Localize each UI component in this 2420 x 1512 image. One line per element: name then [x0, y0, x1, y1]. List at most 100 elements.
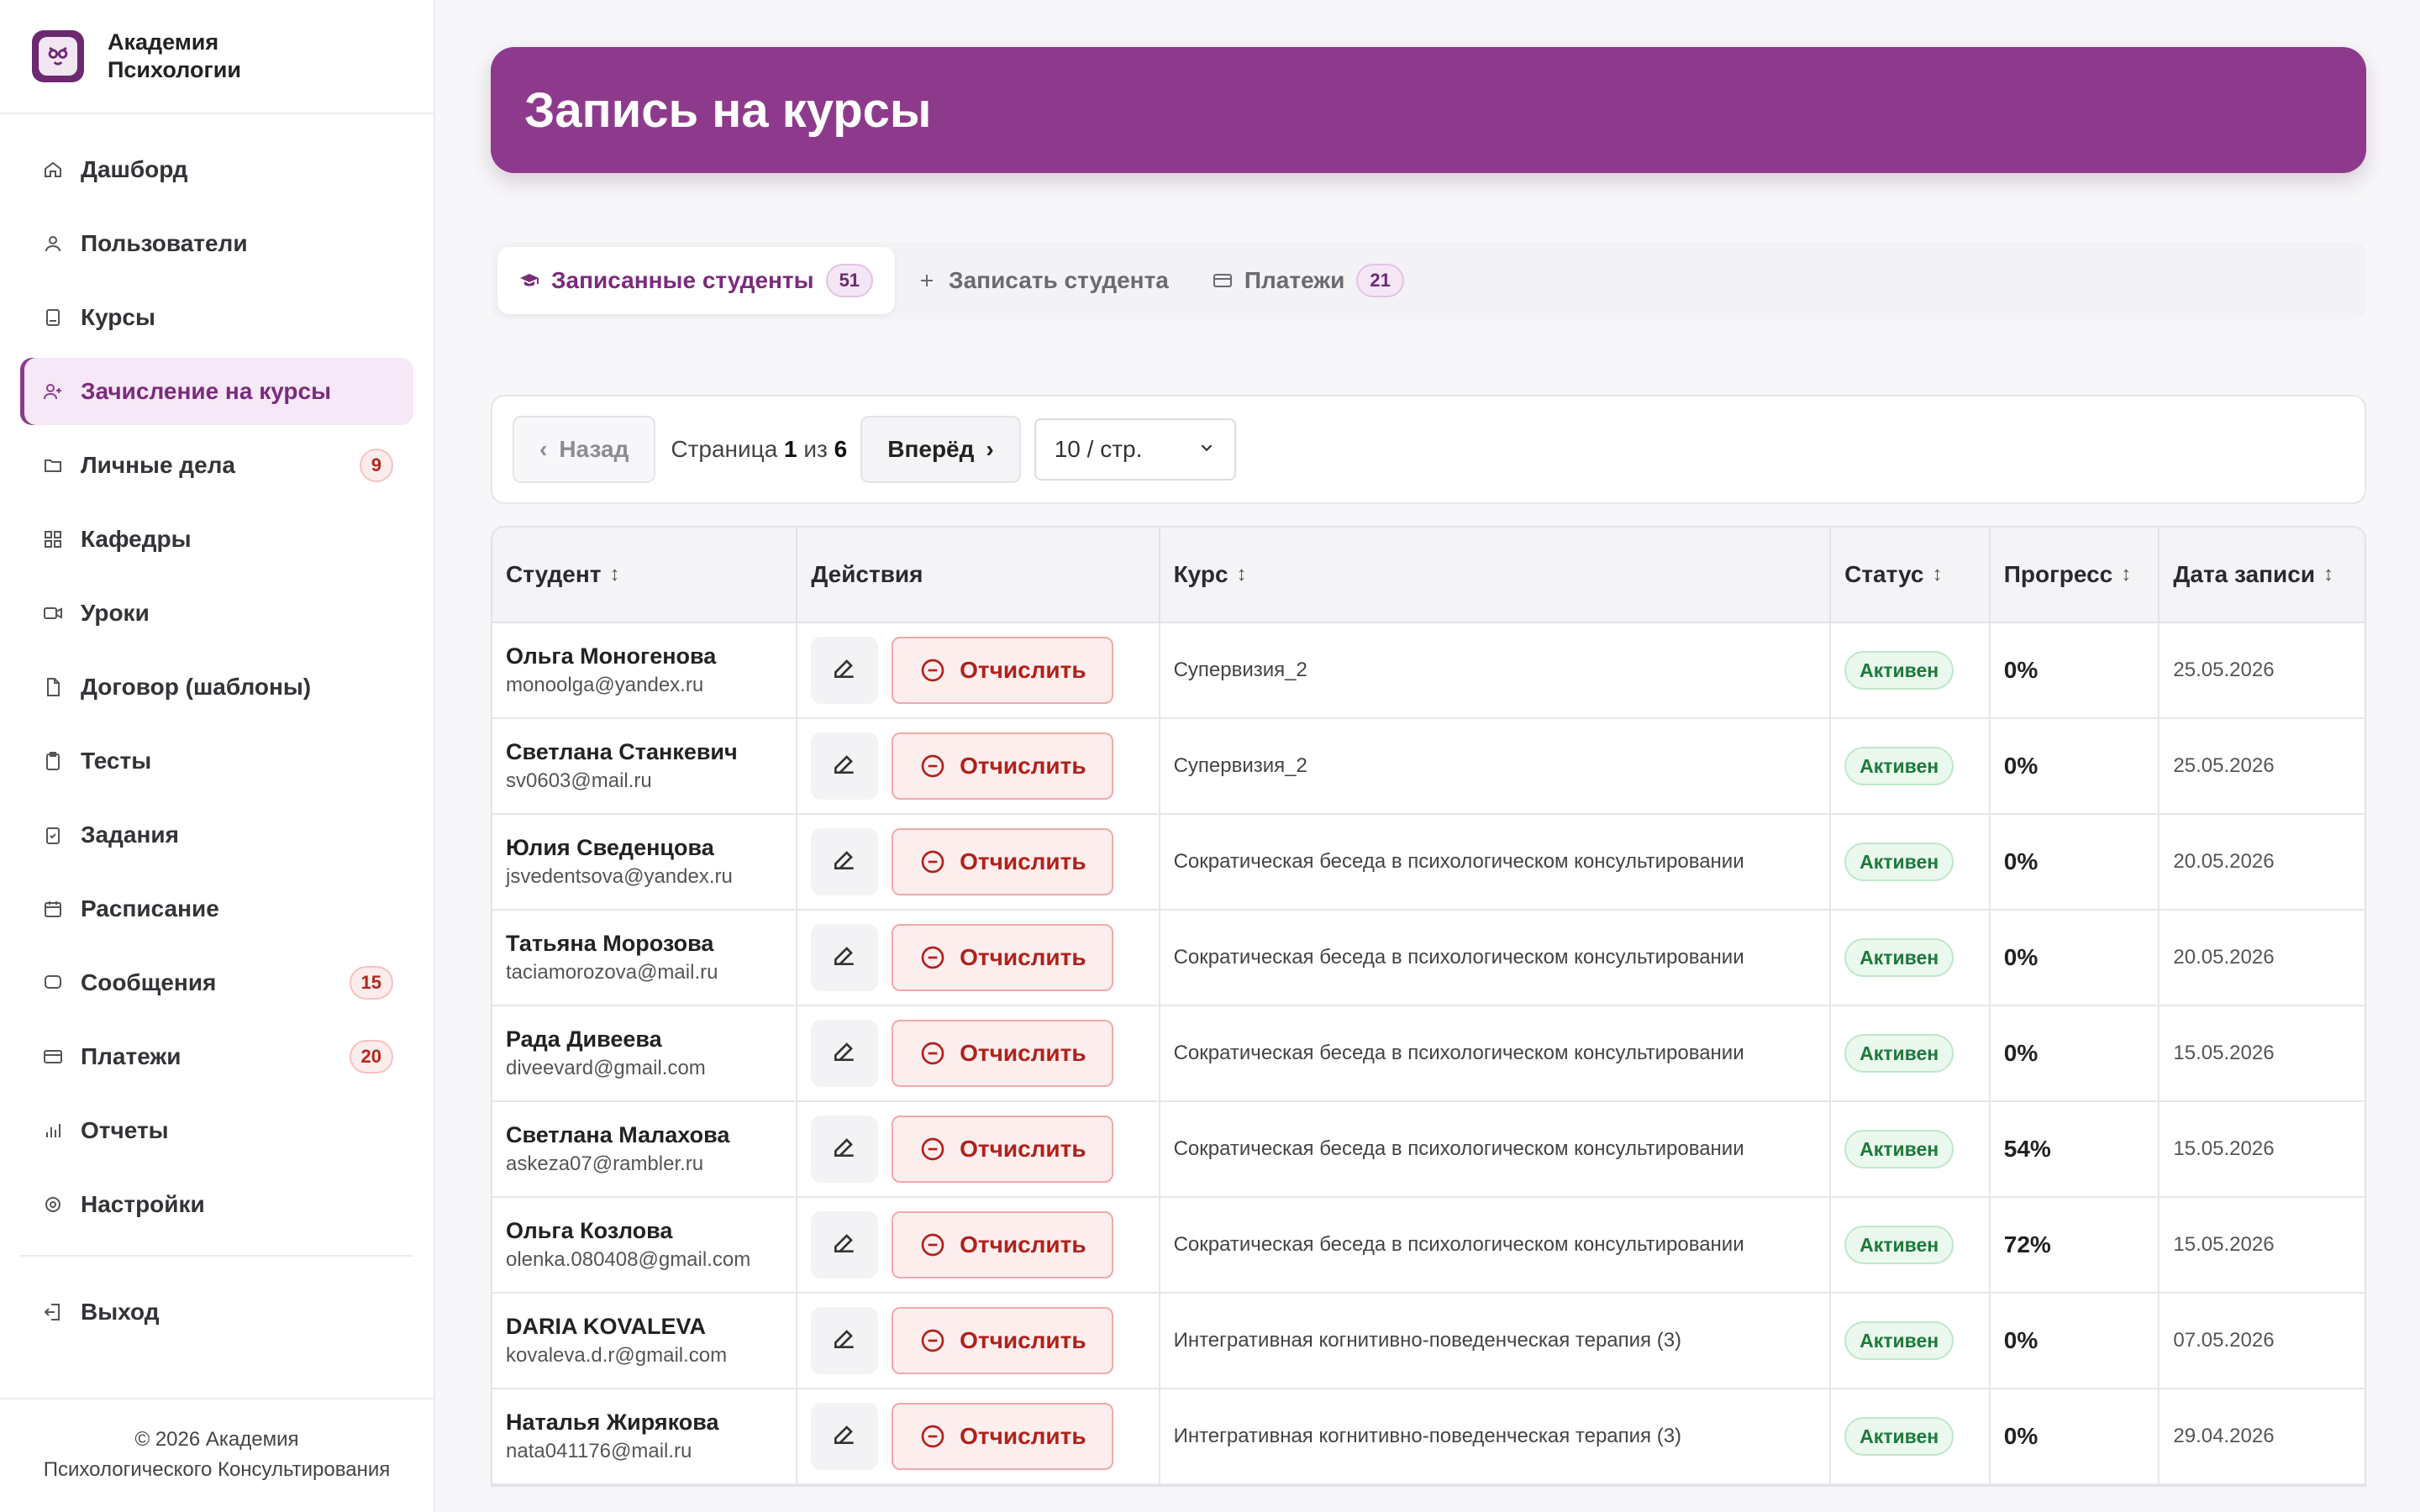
logout-button[interactable]: Выход — [20, 1278, 413, 1346]
sidebar-item-courses[interactable]: Курсы — [20, 284, 413, 351]
tab-payments[interactable]: Платежи 21 — [1191, 247, 1426, 314]
footer-copyright: © 2026 Академия — [134, 1428, 299, 1451]
logout-icon — [40, 1299, 66, 1325]
date-cell: 15.05.2026 — [2160, 1198, 2365, 1292]
sidebar-item-schedule[interactable]: Расписание — [20, 875, 413, 942]
progress-cell: 0% — [1991, 1006, 2160, 1100]
column-header-progress[interactable]: Прогресс ↕ — [1991, 528, 2160, 622]
table-row: Ольга Моногенова monoolga@yandex.ru Отчи… — [492, 623, 2365, 719]
sidebar-item-label: Настройки — [81, 1191, 205, 1217]
status-cell: Активен — [1831, 1102, 1991, 1196]
edit-button[interactable] — [811, 828, 879, 895]
sidebar-item-enrollment[interactable]: Зачисление на курсы — [20, 358, 413, 425]
minus-circle-icon — [919, 753, 946, 780]
column-label: Студент — [506, 561, 602, 587]
enroll-date: 15.05.2026 — [2173, 1042, 2275, 1064]
course-cell: Сократическая беседа в психологическом к… — [1160, 815, 1832, 909]
edit-icon — [831, 1133, 858, 1166]
expel-label: Отчислить — [960, 944, 1086, 970]
edit-button[interactable] — [811, 1403, 879, 1470]
expel-button[interactable]: Отчислить — [892, 1116, 1114, 1183]
sidebar-item-personal-files[interactable]: Личные дела 9 — [20, 432, 413, 499]
actions-cell: Отчислить — [797, 1006, 1160, 1100]
sidebar-footer: © 2026 Академия Психологического Консуль… — [0, 1398, 434, 1512]
main-content: Запись на курсы Записанные студенты 51 З… — [491, 47, 2366, 1487]
prev-page-button[interactable]: ‹ Назад — [513, 416, 656, 483]
minus-circle-icon — [919, 1136, 946, 1163]
sidebar-item-users[interactable]: Пользователи — [20, 210, 413, 277]
sort-icon: ↕ — [1236, 563, 1247, 585]
expel-button[interactable]: Отчислить — [892, 1403, 1114, 1470]
edit-button[interactable] — [811, 924, 879, 991]
column-header-student[interactable]: Студент ↕ — [492, 528, 798, 622]
column-header-course[interactable]: Курс ↕ — [1160, 528, 1832, 622]
expel-button[interactable]: Отчислить — [892, 1211, 1114, 1278]
sidebar-item-tests[interactable]: Тесты — [20, 727, 413, 795]
minus-circle-icon — [919, 1327, 946, 1354]
student-email: taciamorozova@mail.ru — [506, 961, 718, 984]
date-cell: 15.05.2026 — [2160, 1102, 2365, 1196]
tab-label: Записать студента — [949, 267, 1169, 293]
progress-cell: 0% — [1991, 815, 2160, 909]
expel-button[interactable]: Отчислить — [892, 637, 1114, 704]
status-cell: Активен — [1831, 719, 1991, 813]
progress-value: 0% — [2003, 657, 2039, 683]
sidebar-item-tasks[interactable]: Задания — [20, 801, 413, 869]
next-page-button[interactable]: Вперёд › — [860, 416, 1021, 483]
course-cell: Сократическая беседа в психологическом к… — [1160, 1102, 1832, 1196]
progress-cell: 0% — [1991, 719, 2160, 813]
tab-badge: 51 — [825, 264, 874, 297]
expel-label: Отчислить — [960, 753, 1086, 779]
brand[interactable]: Академия Психологии — [0, 0, 434, 114]
status-badge: Активен — [1844, 938, 1954, 977]
progress-value: 0% — [2003, 1423, 2039, 1449]
page-size-select[interactable]: 10 / стр. — [1034, 418, 1236, 480]
edit-icon — [831, 654, 858, 687]
student-cell: Ольга Козлова olenka.080408@gmail.com — [492, 1198, 798, 1292]
date-cell: 25.05.2026 — [2160, 623, 2365, 717]
expel-button[interactable]: Отчислить — [892, 828, 1114, 895]
sidebar-item-lessons[interactable]: Уроки — [20, 580, 413, 647]
chevron-right-icon: › — [986, 436, 994, 462]
edit-button[interactable] — [811, 637, 879, 704]
sort-icon: ↕ — [2121, 563, 2132, 585]
expel-button[interactable]: Отчислить — [892, 1307, 1114, 1374]
edit-icon — [831, 942, 858, 974]
date-cell: 07.05.2026 — [2160, 1294, 2365, 1388]
minus-circle-icon — [919, 1040, 946, 1067]
table-row: Светлана Станкевич sv0603@mail.ru Отчисл… — [492, 719, 2365, 815]
student-name: Ольга Моногенова — [506, 643, 717, 669]
progress-value: 0% — [2003, 1327, 2039, 1353]
sidebar-item-dashboard[interactable]: Дашборд — [20, 136, 413, 203]
edit-button[interactable] — [811, 732, 879, 800]
edit-icon — [831, 846, 858, 879]
sidebar-item-departments[interactable]: Кафедры — [20, 506, 413, 573]
sidebar-item-reports[interactable]: Отчеты — [20, 1097, 413, 1164]
student-name: Светлана Малахова — [506, 1122, 730, 1147]
course-cell: Сократическая беседа в психологическом к… — [1160, 1198, 1832, 1292]
expel-button[interactable]: Отчислить — [892, 1020, 1114, 1087]
column-header-date[interactable]: Дата записи ↕ — [2160, 528, 2365, 622]
edit-button[interactable] — [811, 1211, 879, 1278]
sidebar-item-payments[interactable]: Платежи 20 — [20, 1023, 413, 1090]
enroll-date: 20.05.2026 — [2173, 850, 2275, 873]
edit-button[interactable] — [811, 1116, 879, 1183]
chevron-down-icon — [1197, 436, 1216, 463]
folder-icon — [40, 453, 66, 478]
column-label: Курс — [1173, 561, 1228, 587]
expel-label: Отчислить — [960, 1327, 1086, 1353]
edit-button[interactable] — [811, 1020, 879, 1087]
sidebar-item-contract-templates[interactable]: Договор (шаблоны) — [20, 654, 413, 721]
sidebar-badge: 20 — [349, 1040, 393, 1074]
tab-label: Платежи — [1244, 267, 1345, 293]
enroll-date: 25.05.2026 — [2173, 659, 2275, 681]
sidebar-item-settings[interactable]: Настройки — [20, 1171, 413, 1238]
sidebar-item-label: Тесты — [81, 748, 152, 774]
tab-enroll-student[interactable]: Записать студента — [895, 247, 1191, 314]
column-header-status[interactable]: Статус ↕ — [1831, 528, 1991, 622]
sidebar-item-messages[interactable]: Сообщения 15 — [20, 949, 413, 1016]
tab-enrolled-students[interactable]: Записанные студенты 51 — [497, 247, 896, 314]
expel-button[interactable]: Отчислить — [892, 924, 1114, 991]
expel-button[interactable]: Отчислить — [892, 732, 1114, 800]
edit-button[interactable] — [811, 1307, 879, 1374]
